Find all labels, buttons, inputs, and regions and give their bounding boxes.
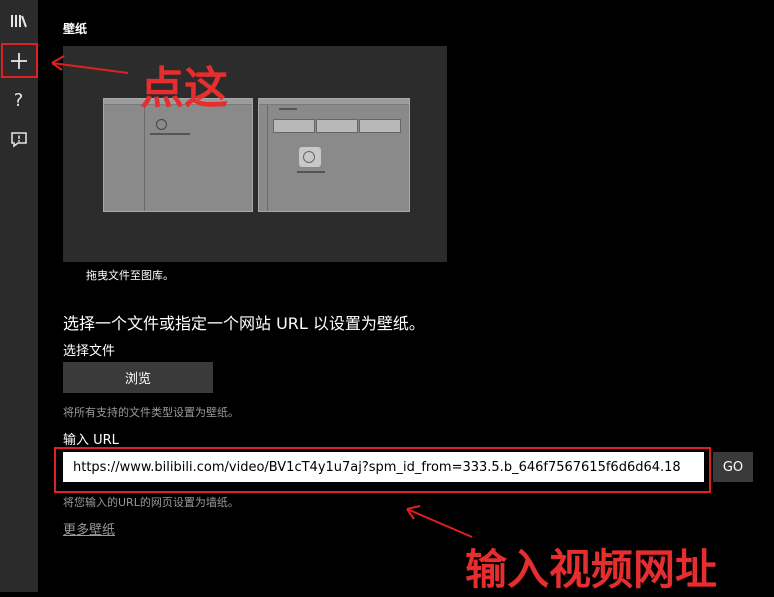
url-input-value: https://www.bilibili.com/video/BV1cT4y1u… bbox=[73, 459, 681, 475]
more-wallpapers-link[interactable]: 更多壁纸 bbox=[63, 519, 115, 538]
drag-caption: 拖曳文件至图库。 bbox=[86, 269, 174, 282]
help-icon: ? bbox=[13, 90, 24, 111]
browse-button[interactable]: 浏览 bbox=[63, 362, 213, 393]
url-input[interactable]: https://www.bilibili.com/video/BV1cT4y1u… bbox=[63, 452, 704, 482]
annotation-enter-video-url: 输入视频网址 bbox=[465, 545, 718, 594]
file-hint: 将所有支持的文件类型设置为壁纸。 bbox=[63, 406, 239, 419]
choose-file-label: 选择文件 bbox=[63, 344, 116, 359]
sidebar: ? bbox=[0, 0, 38, 592]
annotation-click-here: 点这 bbox=[140, 63, 228, 114]
help-button[interactable]: ? bbox=[2, 84, 35, 117]
go-button[interactable]: GO bbox=[713, 452, 753, 482]
section-heading: 选择一个文件或指定一个网站 URL 以设置为壁纸。 bbox=[63, 314, 425, 333]
library-icon[interactable] bbox=[2, 4, 35, 37]
add-wallpaper-button[interactable] bbox=[2, 44, 35, 77]
feedback-icon bbox=[10, 131, 28, 149]
url-label: 输入 URL bbox=[63, 433, 119, 448]
url-hint: 将您输入的URL的网页设置为墙纸。 bbox=[63, 496, 239, 509]
feedback-button[interactable] bbox=[2, 123, 35, 156]
preview-window-right bbox=[258, 98, 410, 212]
page-title: 壁纸 bbox=[63, 22, 88, 36]
plus-icon bbox=[10, 52, 28, 70]
drop-zone-preview[interactable] bbox=[63, 46, 447, 262]
